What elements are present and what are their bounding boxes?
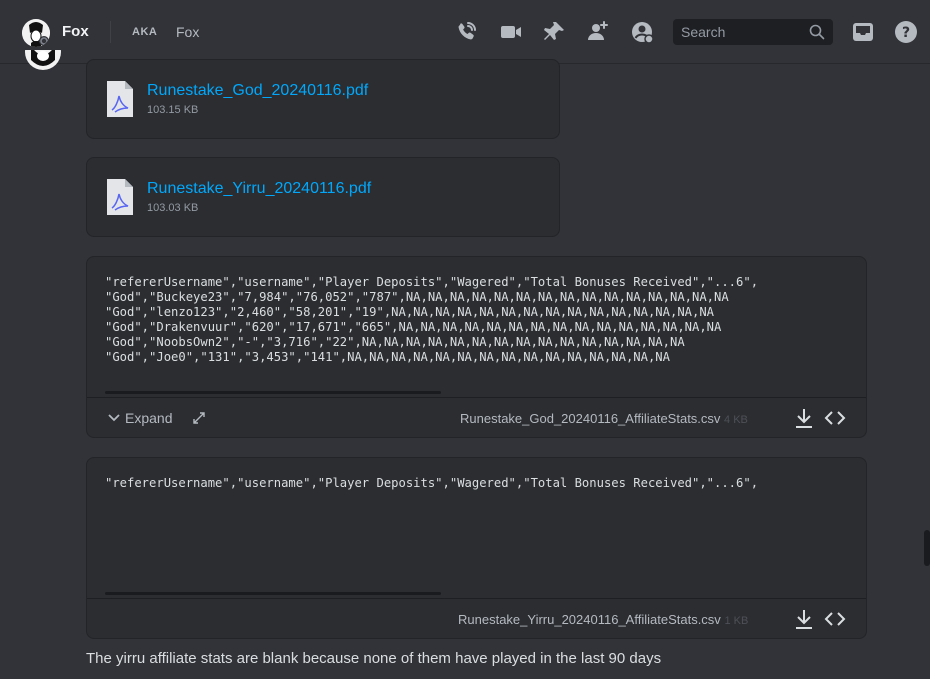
attachment-footer: Expand Runestake_God_20240116_AffiliateS… bbox=[87, 397, 866, 437]
svg-text:?: ? bbox=[902, 25, 910, 41]
pin-icon[interactable] bbox=[542, 20, 566, 44]
csv-line: "refererUsername","username","Player Dep… bbox=[105, 476, 759, 490]
file-attachment: Runestake_Yirru_20240116.pdf 103.03 KB bbox=[86, 157, 560, 237]
csv-preview: "refererUsername","username","Player Dep… bbox=[86, 256, 867, 438]
csv-filesize: 1 KB bbox=[724, 615, 749, 627]
avatar-image-icon bbox=[25, 50, 61, 70]
csv-line: "God","lenzo123","2,460","58,201","19",N… bbox=[105, 305, 715, 319]
search-icon bbox=[809, 24, 825, 40]
help-icon[interactable]: ? bbox=[894, 20, 918, 44]
search-box[interactable] bbox=[673, 19, 833, 45]
expand-label: Expand bbox=[125, 410, 173, 426]
aka-name: Fox bbox=[176, 24, 200, 40]
csv-content: "refererUsername","username","Player Dep… bbox=[105, 275, 758, 365]
call-icon[interactable] bbox=[454, 20, 478, 44]
csv-line: "God","Buckeye23","7,984","76,052","787"… bbox=[105, 290, 729, 304]
file-link[interactable]: Runestake_God_20240116.pdf bbox=[147, 82, 368, 100]
file-link[interactable]: Runestake_Yirru_20240116.pdf bbox=[147, 180, 371, 198]
pdf-file-icon bbox=[107, 179, 133, 215]
csv-filename[interactable]: Runestake_Yirru_20240116_AffiliateStats.… bbox=[458, 612, 721, 627]
attachment-filename[interactable]: Runestake_Yirru_20240116_AffiliateStats.… bbox=[458, 612, 748, 627]
chevron-down-icon bbox=[108, 414, 120, 422]
download-icon[interactable] bbox=[793, 608, 815, 630]
profile-icon[interactable] bbox=[630, 20, 654, 44]
csv-line: "God","NoobsOwn2","-","3,716","22",NA,NA… bbox=[105, 335, 685, 349]
file-size: 103.15 KB bbox=[147, 104, 199, 116]
video-icon[interactable] bbox=[499, 20, 523, 44]
message-author-avatar[interactable] bbox=[23, 50, 63, 72]
message-text: The yirru affiliate stats are blank beca… bbox=[86, 650, 662, 667]
csv-line: "refererUsername","username","Player Dep… bbox=[105, 275, 759, 289]
fullscreen-icon[interactable] bbox=[191, 410, 207, 426]
aka-label: AKA bbox=[132, 26, 158, 38]
add-friend-icon[interactable] bbox=[585, 20, 609, 44]
file-attachment: Runestake_God_20240116.pdf 103.15 KB bbox=[86, 59, 560, 139]
attachment-footer: Runestake_Yirru_20240116_AffiliateStats.… bbox=[87, 598, 866, 638]
horizontal-scrollbar[interactable] bbox=[105, 592, 441, 595]
code-view-icon[interactable] bbox=[824, 608, 846, 630]
expand-button[interactable]: Expand bbox=[107, 410, 172, 426]
avatar-image-icon bbox=[22, 19, 50, 47]
code-view-icon[interactable] bbox=[824, 407, 846, 429]
csv-line: "God","Drakenvuur","620","17,671","665",… bbox=[105, 320, 722, 334]
csv-filesize: 4 KB bbox=[724, 414, 748, 426]
channel-header: Fox AKA Fox ? bbox=[0, 0, 930, 64]
dm-avatar[interactable] bbox=[22, 19, 50, 47]
channel-title: Fox bbox=[62, 23, 89, 40]
inbox-icon[interactable] bbox=[851, 20, 875, 44]
attachment-filename[interactable]: Runestake_God_20240116_AffiliateStats.cs… bbox=[460, 411, 748, 426]
csv-filename[interactable]: Runestake_God_20240116_AffiliateStats.cs… bbox=[460, 411, 720, 426]
file-size: 103.03 KB bbox=[147, 202, 199, 214]
header-divider bbox=[110, 21, 111, 43]
csv-preview: "refererUsername","username","Player Dep… bbox=[86, 457, 867, 639]
csv-content: "refererUsername","username","Player Dep… bbox=[105, 476, 758, 491]
horizontal-scrollbar[interactable] bbox=[105, 391, 441, 394]
search-input[interactable] bbox=[673, 19, 803, 45]
pdf-file-icon bbox=[107, 81, 133, 117]
vertical-scrollbar[interactable] bbox=[924, 530, 930, 566]
download-icon[interactable] bbox=[793, 407, 815, 429]
csv-line: "God","Joe0","131","3,453","141",NA,NA,N… bbox=[105, 350, 670, 364]
